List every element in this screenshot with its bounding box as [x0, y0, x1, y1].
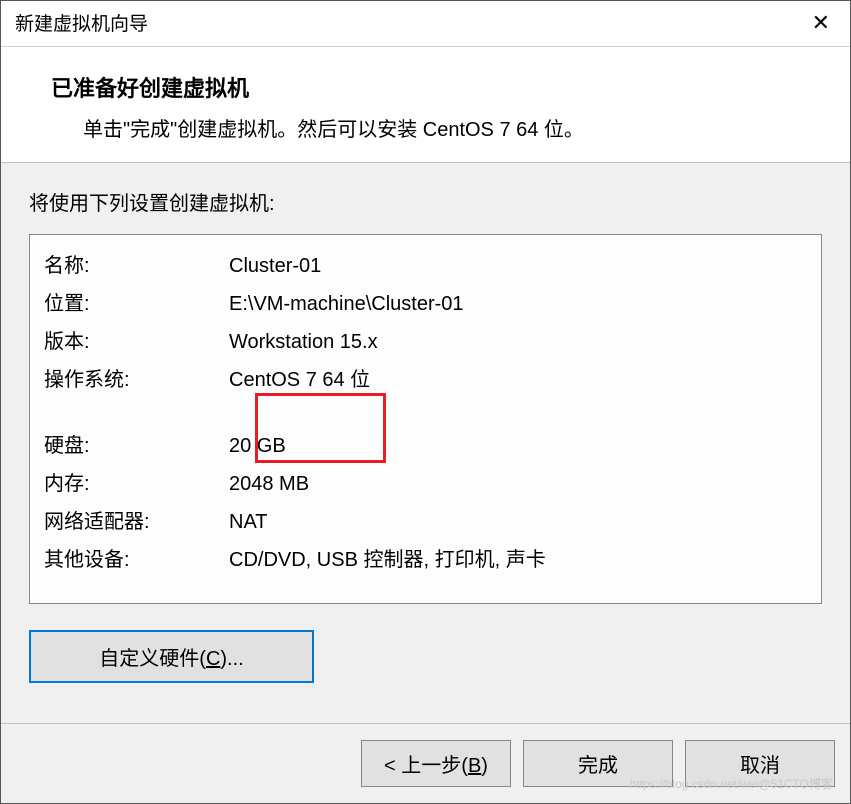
setting-value: 20 GB [229, 431, 807, 461]
setting-row-location: 位置: E:\VM-machine\Cluster-01 [44, 285, 807, 323]
setting-value: 2048 MB [229, 469, 807, 499]
page-title: 已准备好创建虚拟机 [51, 71, 830, 103]
setting-label: 网络适配器: [44, 507, 229, 537]
setting-value: CentOS 7 64 位 [229, 365, 807, 395]
setting-label: 名称: [44, 251, 229, 281]
setting-value: CD/DVD, USB 控制器, 打印机, 声卡 [229, 545, 807, 575]
setting-label: 操作系统: [44, 365, 229, 395]
wizard-window: 新建虚拟机向导 ✕ 已准备好创建虚拟机 单击"完成"创建虚拟机。然后可以安装 C… [0, 0, 851, 804]
button-label-prefix: 自定义硬件( [99, 648, 206, 670]
setting-row-os: 操作系统: CentOS 7 64 位 [44, 361, 807, 399]
spacer [44, 399, 807, 427]
setting-value: E:\VM-machine\Cluster-01 [229, 289, 807, 319]
setting-row-disk: 硬盘: 20 GB [44, 427, 807, 465]
window-title: 新建虚拟机向导 [15, 9, 148, 36]
button-label-prefix: < 上一步( [384, 755, 468, 777]
settings-summary-box: 名称: Cluster-01 位置: E:\VM-machine\Cluster… [29, 234, 822, 604]
button-hotkey: C [206, 648, 220, 670]
footer-buttons: < 上一步(B) 完成 取消 [1, 723, 850, 803]
page-subtitle: 单击"完成"创建虚拟机。然后可以安装 CentOS 7 64 位。 [83, 113, 830, 142]
setting-label: 版本: [44, 327, 229, 357]
customize-hardware-button[interactable]: 自定义硬件(C)... [29, 630, 314, 683]
settings-intro: 将使用下列设置创建虚拟机: [29, 187, 822, 216]
button-hotkey: B [468, 755, 481, 777]
setting-label: 位置: [44, 289, 229, 319]
header-section: 已准备好创建虚拟机 单击"完成"创建虚拟机。然后可以安装 CentOS 7 64… [1, 47, 850, 162]
cancel-button[interactable]: 取消 [685, 740, 835, 787]
title-bar: 新建虚拟机向导 ✕ [1, 1, 850, 47]
button-label-suffix: ) [481, 755, 488, 777]
close-icon[interactable]: ✕ [806, 10, 836, 36]
setting-value: Cluster-01 [229, 251, 807, 281]
setting-row-name: 名称: Cluster-01 [44, 247, 807, 285]
setting-label: 其他设备: [44, 545, 229, 575]
setting-label: 内存: [44, 469, 229, 499]
back-button[interactable]: < 上一步(B) [361, 740, 511, 787]
setting-row-version: 版本: Workstation 15.x [44, 323, 807, 361]
button-label-suffix: )... [220, 648, 243, 670]
setting-value: NAT [229, 507, 807, 537]
finish-button[interactable]: 完成 [523, 740, 673, 787]
content-area: 将使用下列设置创建虚拟机: 名称: Cluster-01 位置: E:\VM-m… [1, 163, 850, 723]
setting-row-other: 其他设备: CD/DVD, USB 控制器, 打印机, 声卡 [44, 541, 807, 579]
setting-row-memory: 内存: 2048 MB [44, 465, 807, 503]
setting-label: 硬盘: [44, 431, 229, 461]
setting-value: Workstation 15.x [229, 327, 807, 357]
setting-row-network: 网络适配器: NAT [44, 503, 807, 541]
customize-row: 自定义硬件(C)... [29, 630, 822, 683]
